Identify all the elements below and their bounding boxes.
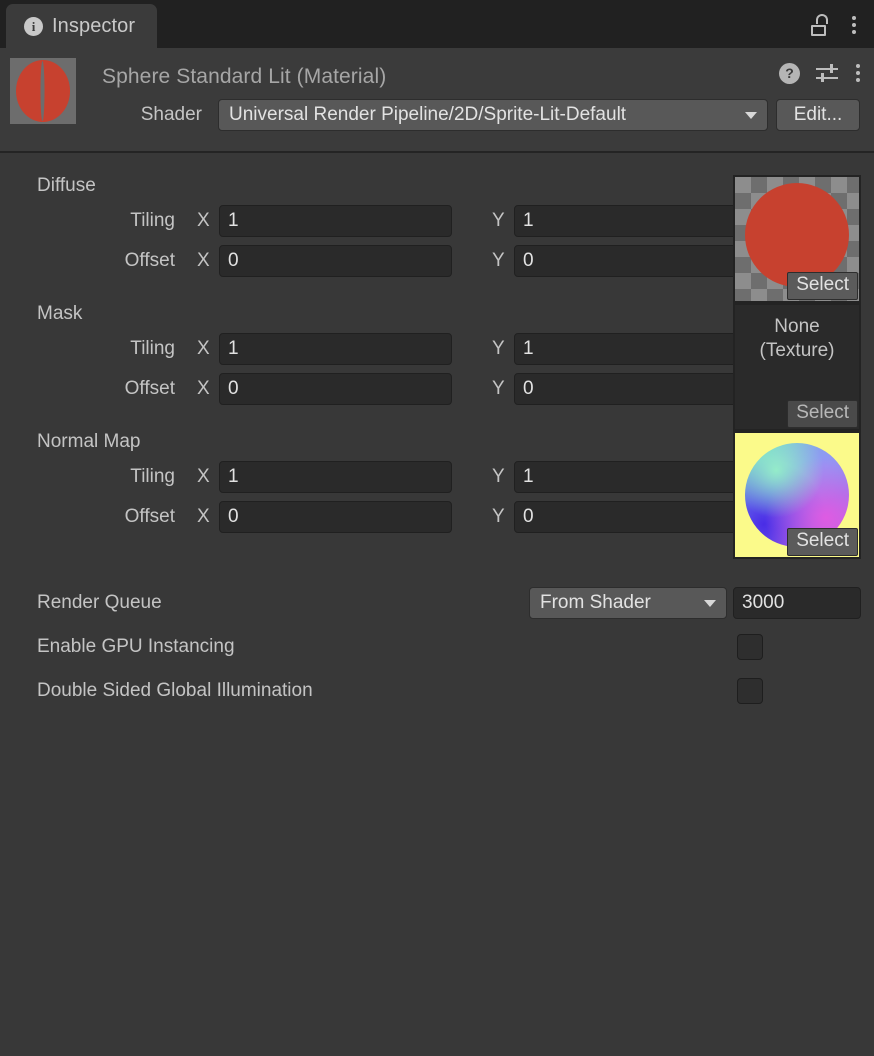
- double-sided-gi-checkbox[interactable]: [737, 678, 763, 704]
- normal-offset-x-axis: X: [197, 506, 210, 527]
- diffuse-tiling-x-axis: X: [197, 210, 210, 231]
- diffuse-tiling-x-input[interactable]: 1: [219, 205, 452, 237]
- shader-dropdown-value: Universal Render Pipeline/2D/Sprite-Lit-…: [229, 104, 627, 125]
- material-settings: Render Queue From Shader 3000 Enable GPU…: [0, 555, 874, 713]
- render-queue-row: Render Queue From Shader 3000: [0, 581, 874, 625]
- diffuse-offset-y-axis: Y: [492, 250, 505, 271]
- mask-tiling-x-axis: X: [197, 338, 210, 359]
- mask-texture-empty-label: None (Texture): [735, 315, 859, 363]
- gpu-instancing-row: Enable GPU Instancing: [0, 625, 874, 669]
- mask-tiling-x-input[interactable]: 1: [219, 333, 452, 365]
- material-preview-sphere: [10, 58, 76, 124]
- diffuse-offset-x-axis: X: [197, 250, 210, 271]
- normal-tiling-x-axis: X: [197, 466, 210, 487]
- normal-tiling-y-axis: Y: [492, 466, 505, 487]
- shader-label: Shader: [140, 104, 202, 125]
- mask-texture-slot[interactable]: None (Texture) Select: [733, 303, 861, 431]
- material-properties: Diffuse Tiling X 1 Y 1 Offset X 0 Y 0 Se…: [0, 153, 874, 713]
- render-queue-dropdown[interactable]: From Shader: [529, 587, 727, 619]
- gpu-instancing-checkbox[interactable]: [737, 634, 763, 660]
- info-icon: i: [24, 16, 43, 36]
- help-icon[interactable]: ?: [779, 62, 800, 84]
- normal-offset-y-axis: Y: [492, 506, 505, 527]
- normal-map-texture-slot[interactable]: Select: [733, 431, 861, 559]
- normal-tiling-x-input[interactable]: 1: [219, 461, 452, 493]
- mask-offset-x-axis: X: [197, 378, 210, 399]
- normal-offset-x-input[interactable]: 0: [219, 501, 452, 533]
- shader-row: Shader Universal Render Pipeline/2D/Spri…: [102, 96, 860, 134]
- unlocked-padlock-icon[interactable]: [810, 14, 830, 36]
- mask-tiling-label: Tiling: [130, 338, 175, 359]
- mask-select-button[interactable]: Select: [787, 400, 858, 428]
- mask-offset-x-input[interactable]: 0: [219, 373, 452, 405]
- tab-bar-actions: [810, 14, 874, 48]
- double-sided-gi-row: Double Sided Global Illumination: [0, 669, 874, 713]
- material-header-actions: ?: [779, 62, 862, 84]
- preset-settings-icon[interactable]: [816, 64, 838, 82]
- edit-shader-button[interactable]: Edit...: [776, 99, 860, 131]
- render-queue-label: Render Queue: [37, 592, 162, 613]
- normal-tiling-label: Tiling: [130, 466, 175, 487]
- section-normal-map: Normal Map Tiling X 1 Y 1 Offset X 0 Y 0…: [0, 427, 874, 559]
- inspector-tab-bar: i Inspector: [0, 0, 874, 48]
- chevron-down-icon: [745, 111, 757, 119]
- normal-offset-label: Offset: [124, 506, 175, 527]
- diffuse-tiling-y-axis: Y: [492, 210, 505, 231]
- diffuse-tiling-y-input[interactable]: 1: [514, 205, 747, 237]
- material-header: Sphere Standard Lit (Material) Shader Un…: [0, 48, 874, 153]
- section-mask: Mask Tiling X 1 Y 1 Offset X 0 Y 0 None …: [0, 299, 874, 431]
- diffuse-offset-label: Offset: [124, 250, 175, 271]
- diffuse-tiling-label: Tiling: [130, 210, 175, 231]
- render-queue-value-input[interactable]: 3000: [733, 587, 861, 619]
- tab-inspector[interactable]: i Inspector: [6, 4, 158, 48]
- double-sided-gi-label: Double Sided Global Illumination: [37, 680, 313, 701]
- chevron-down-icon: [704, 599, 716, 607]
- diffuse-select-button[interactable]: Select: [787, 272, 858, 300]
- mask-tiling-y-axis: Y: [492, 338, 505, 359]
- kebab-menu-icon[interactable]: [854, 62, 862, 84]
- page-title: Sphere Standard Lit (Material): [102, 65, 387, 88]
- diffuse-offset-y-input[interactable]: 0: [514, 245, 747, 277]
- normal-map-select-button[interactable]: Select: [787, 528, 858, 556]
- shader-dropdown[interactable]: Universal Render Pipeline/2D/Sprite-Lit-…: [218, 99, 768, 131]
- kebab-menu-icon[interactable]: [850, 14, 858, 36]
- gpu-instancing-label: Enable GPU Instancing: [37, 636, 235, 657]
- mask-offset-y-input[interactable]: 0: [514, 373, 747, 405]
- normal-offset-y-input[interactable]: 0: [514, 501, 747, 533]
- mask-none-line-1: None: [774, 316, 820, 337]
- mask-offset-label: Offset: [124, 378, 175, 399]
- mask-none-line-2: (Texture): [759, 339, 835, 361]
- section-diffuse: Diffuse Tiling X 1 Y 1 Offset X 0 Y 0 Se…: [0, 171, 874, 303]
- diffuse-offset-x-input[interactable]: 0: [219, 245, 452, 277]
- render-queue-dropdown-value: From Shader: [540, 592, 651, 613]
- diffuse-texture-slot[interactable]: Select: [733, 175, 861, 303]
- tab-inspector-label: Inspector: [52, 14, 136, 37]
- mask-tiling-y-input[interactable]: 1: [514, 333, 747, 365]
- mask-offset-y-axis: Y: [492, 378, 505, 399]
- normal-tiling-y-input[interactable]: 1: [514, 461, 747, 493]
